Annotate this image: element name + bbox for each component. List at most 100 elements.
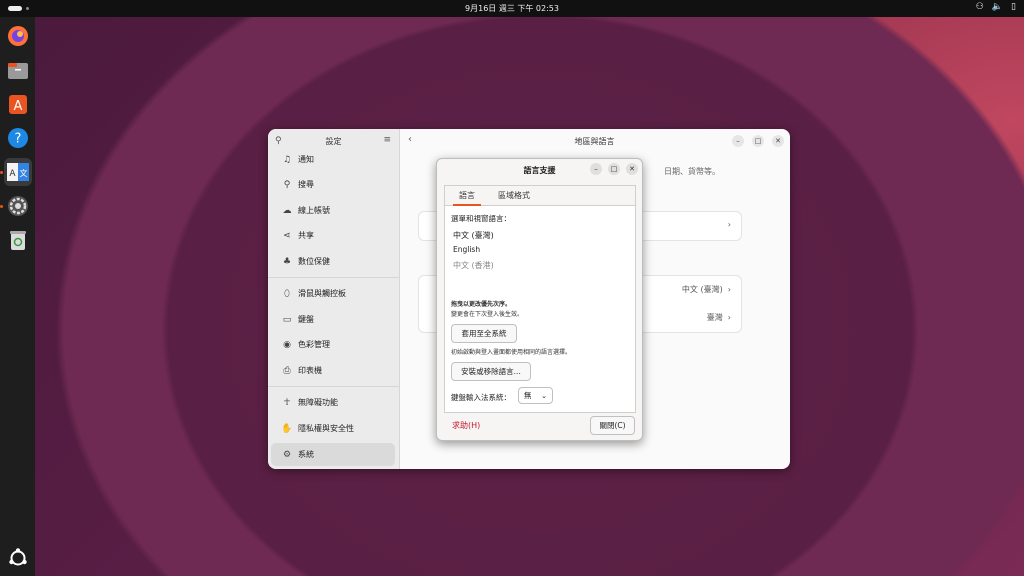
folder-icon [8, 63, 28, 79]
help-launcher[interactable]: ? [4, 124, 32, 152]
chevron-right-icon: › [727, 313, 731, 322]
sidebar-separator [268, 386, 399, 387]
ubuntu-logo-icon [9, 548, 27, 566]
cloud-icon: ☁ [282, 205, 292, 216]
color-icon: ◉ [283, 339, 291, 350]
sidebar-item-search[interactable]: ⚲ 搜尋 [271, 173, 395, 196]
dialog-maximize-button[interactable]: □ [608, 163, 620, 175]
main-header: ‹ 地區與語言 – □ ✕ [399, 129, 790, 153]
sidebar-item-sharing[interactable]: ⋖ 共享 [271, 224, 395, 247]
drag-hint: 拖曳以更改優先次序。 [451, 301, 512, 308]
sidebar-item-label: 共享 [298, 231, 314, 240]
sidebar-item-privacy[interactable]: ✋ 隱私權與安全性 [271, 417, 395, 440]
install-remove-languages-button[interactable]: 安裝或移除語言... [451, 362, 531, 381]
svg-text:A: A [14, 99, 23, 114]
mouse-icon: ⬯ [284, 288, 290, 299]
sidebar-item-label: 數位保健 [298, 257, 330, 266]
sidebar-item-label: 線上帳號 [298, 206, 330, 215]
close-dialog-button[interactable]: 關閉(C) [590, 416, 635, 435]
sidebar-item-label: 搜尋 [298, 180, 314, 189]
language-support-dialog: 語言支援 – □ ✕ 語言 區域格式 選單和視窗語言： 中文 (臺灣) Engl… [436, 158, 643, 441]
input-method-label: 鍵盤輸入法系統： [451, 393, 511, 402]
tab-regional-formats[interactable]: 區域格式 [498, 190, 530, 201]
sidebar-item-label: 系統 [298, 450, 314, 459]
sidebar-item-label: 通知 [298, 155, 314, 164]
search-icon: ⚲ [283, 179, 291, 190]
dialog-close-button[interactable]: ✕ [626, 163, 638, 175]
region-description: 日期、貨幣等。 [664, 167, 720, 176]
sidebar-item-printers[interactable]: ⎙ 印表機 [271, 359, 395, 382]
sidebar-item-accessibility[interactable]: ☥ 無障礙功能 [271, 391, 395, 414]
sidebar-item-label: 鍵盤 [298, 315, 314, 324]
files-launcher[interactable] [4, 56, 32, 84]
sidebar-item-online-accounts[interactable]: ☁ 線上帳號 [271, 199, 395, 222]
tab-bar: 語言 區域格式 [445, 186, 635, 206]
language-list-item[interactable]: 中文 (臺灣) [453, 230, 494, 241]
menu-language-label: 選單和視窗語言： [451, 214, 511, 223]
share-icon: ⋖ [283, 230, 291, 241]
language-support-launcher[interactable]: A文 [4, 158, 32, 186]
battery-icon: ▯ [1011, 2, 1016, 12]
sidebar-item-label: 滑鼠與觸控板 [298, 289, 346, 298]
chevron-right-icon: › [727, 285, 731, 294]
sidebar-separator [268, 277, 399, 278]
keyboard-icon: ▭ [282, 314, 292, 325]
sidebar-item-notifications[interactable]: ♫ 通知 [271, 148, 395, 171]
printer-icon: ⎙ [283, 365, 291, 376]
show-apps-button[interactable] [4, 544, 32, 572]
maximize-button[interactable]: □ [752, 135, 764, 147]
bell-icon: ♫ [282, 154, 292, 165]
hamburger-menu-icon[interactable]: ≡ [383, 135, 391, 145]
sidebar-item-wellbeing[interactable]: ♣ 數位保健 [271, 250, 395, 273]
firefox-launcher[interactable] [4, 22, 32, 50]
network-icon: ⚇ [975, 2, 984, 12]
running-indicator [0, 171, 3, 174]
dock: A ? A文 [0, 17, 35, 576]
language-icon: A文 [7, 163, 29, 181]
language-list-item[interactable]: English [453, 245, 480, 254]
privacy-icon: ✋ [281, 423, 293, 434]
settings-sidebar: ⚲ 設定 ≡ ♫ 通知 ⚲ 搜尋 ☁ 線上帳號 ⋖ 共享 ♣ 數位保健 ⬯ 滑鼠與觸控板 ▭… [268, 129, 400, 469]
sidebar-item-color[interactable]: ◉ 色彩管理 [271, 333, 395, 356]
accessibility-icon: ☥ [283, 397, 291, 408]
drag-hint-sub: 變更會在下次登入後生效。 [451, 311, 524, 318]
language-value: 中文 (臺灣) [681, 285, 723, 294]
sidebar-item-label: 隱私權與安全性 [298, 424, 354, 433]
trash-icon [10, 231, 26, 250]
close-button[interactable]: ✕ [772, 135, 784, 147]
language-list-item[interactable]: 中文 (香港) [453, 260, 494, 271]
region-row[interactable]: 臺灣 › [707, 312, 731, 323]
trash-launcher[interactable] [4, 226, 32, 254]
sidebar-item-system[interactable]: ⚙ 系統 [271, 443, 395, 466]
sidebar-item-label: 色彩管理 [298, 340, 330, 349]
sidebar-item-label: 印表機 [298, 366, 322, 375]
input-method-select[interactable]: 無 ⌄ [518, 387, 553, 404]
dialog-minimize-button[interactable]: – [590, 163, 602, 175]
tab-language[interactable]: 語言 [453, 190, 481, 206]
settings-launcher[interactable] [4, 192, 32, 220]
dialog-notebook: 語言 區域格式 選單和視窗語言： 中文 (臺灣) English 中文 (香港)… [444, 185, 636, 413]
app-center-launcher[interactable]: A [4, 90, 32, 118]
system-tray[interactable]: ⚇ 🔈 ▯ [976, 2, 1016, 12]
gear-icon: ⚙ [282, 449, 292, 460]
app-center-icon: A [9, 95, 27, 114]
sidebar-item-label: 無障礙功能 [298, 398, 338, 407]
apply-note: 初始啟動與登入畫面都使用相同的語言選擇。 [451, 349, 572, 356]
svg-text:文: 文 [20, 168, 28, 178]
language-row[interactable]: 中文 (臺灣) › [682, 284, 731, 295]
sidebar-item-keyboard[interactable]: ▭ 鍵盤 [271, 308, 395, 331]
help-icon: ? [8, 128, 28, 148]
svg-text:?: ? [15, 132, 22, 147]
sidebar-item-mouse[interactable]: ⬯ 滑鼠與觸控板 [271, 282, 395, 305]
minimize-button[interactable]: – [732, 135, 744, 147]
chevron-down-icon: ⌄ [541, 391, 547, 400]
running-indicator [0, 205, 3, 208]
clock[interactable]: 9月16日 週三 下午 02:53 [0, 3, 1024, 14]
help-button[interactable]: 求助(H) [452, 420, 480, 431]
volume-icon: 🔈 [991, 2, 1004, 12]
gear-icon [8, 196, 28, 216]
chevron-right-icon: › [727, 220, 731, 229]
sidebar-title: 設定 [325, 137, 342, 146]
firefox-icon [8, 26, 28, 46]
apply-system-wide-button[interactable]: 套用至全系統 [451, 324, 517, 343]
